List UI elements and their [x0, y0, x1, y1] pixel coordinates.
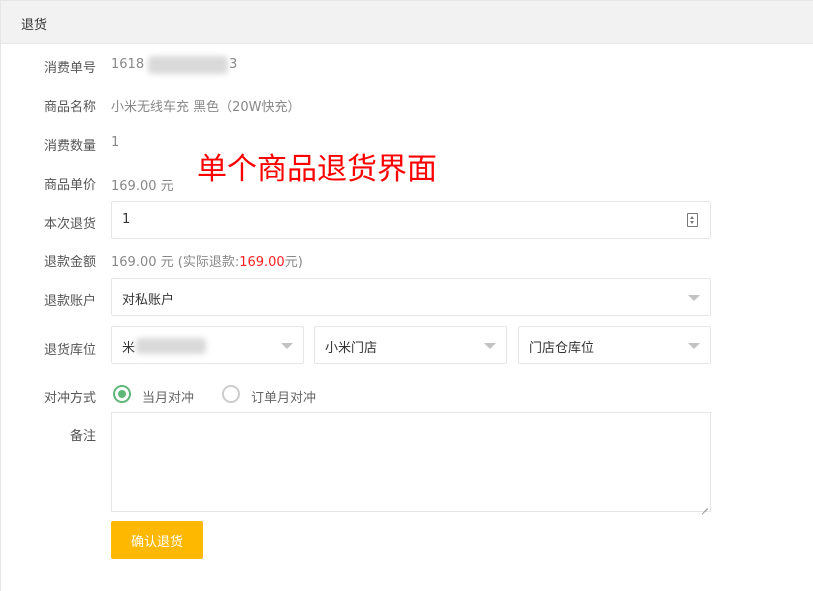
- confirm-return-button[interactable]: 确认退货: [111, 521, 203, 559]
- refund-amount-suffix: 元): [284, 255, 303, 270]
- order-no-value: 1618: [111, 57, 144, 72]
- warehouse-redaction: [136, 338, 206, 354]
- return-qty-stepper[interactable]: 1: [111, 201, 711, 239]
- panel-header: 退货: [1, 1, 813, 44]
- return-panel: 退货 消费单号 1618 3 商品名称 小米无线车充 黑色（20W快充） 消费数…: [0, 0, 813, 591]
- warehouse-select-location-value: 小米门店: [325, 341, 378, 356]
- remark-textarea[interactable]: [111, 412, 711, 512]
- order-no-suffix: 3: [229, 57, 238, 72]
- radio-order-month[interactable]: [222, 385, 240, 403]
- warehouse-label: 退货库位: [43, 343, 96, 358]
- warehouse-select-store-value: 米: [122, 341, 136, 356]
- resize-grip-icon[interactable]: [700, 501, 708, 509]
- unit-price-value: 169.00 元: [111, 179, 174, 194]
- radio-order-month-label[interactable]: 订单月对冲: [251, 387, 316, 406]
- stepper-icon[interactable]: [687, 213, 698, 227]
- chevron-down-icon: [484, 343, 496, 349]
- quantity-label: 消费数量: [43, 139, 96, 154]
- chevron-down-icon: [281, 343, 293, 349]
- refund-actual-amount: 169.00: [239, 255, 285, 270]
- refund-amount-label: 退款金额: [43, 255, 96, 270]
- annotation-text: 单个商品退货界面: [197, 152, 437, 187]
- refund-account-selected: 对私账户: [122, 293, 175, 308]
- warehouse-select-bin-value: 门店仓库位: [529, 341, 595, 356]
- unit-price-label: 商品单价: [43, 178, 96, 193]
- remark-label: 备注: [69, 429, 96, 444]
- warehouse-select-location[interactable]: 小米门店: [314, 326, 507, 364]
- quantity-value: 1: [111, 135, 120, 150]
- refund-account-select[interactable]: 对私账户: [111, 278, 711, 316]
- order-no-label: 消费单号: [43, 61, 96, 76]
- product-name-label: 商品名称: [43, 100, 96, 115]
- warehouse-select-bin[interactable]: 门店仓库位: [518, 326, 711, 364]
- refund-amount-prefix: 169.00 元 (实际退款:: [111, 255, 240, 270]
- chevron-down-icon: [688, 343, 700, 349]
- refund-account-label: 退款账户: [43, 294, 96, 309]
- product-name-value: 小米无线车充 黑色（20W快充）: [111, 100, 301, 115]
- panel-title: 退货: [21, 18, 48, 33]
- chevron-down-icon: [688, 295, 700, 301]
- refund-amount-value: 169.00 元 (实际退款:169.00元): [111, 251, 303, 270]
- order-no-prefix: 1618: [111, 57, 145, 72]
- warehouse-select-store[interactable]: 米: [111, 326, 304, 364]
- radio-current-month-label[interactable]: 当月对冲: [142, 387, 194, 406]
- return-qty-label: 本次退货: [43, 217, 96, 232]
- return-qty-value[interactable]: 1: [122, 212, 130, 227]
- order-no-redaction: [148, 56, 228, 74]
- offset-method-label: 对冲方式: [43, 391, 96, 406]
- radio-current-month[interactable]: [113, 385, 131, 403]
